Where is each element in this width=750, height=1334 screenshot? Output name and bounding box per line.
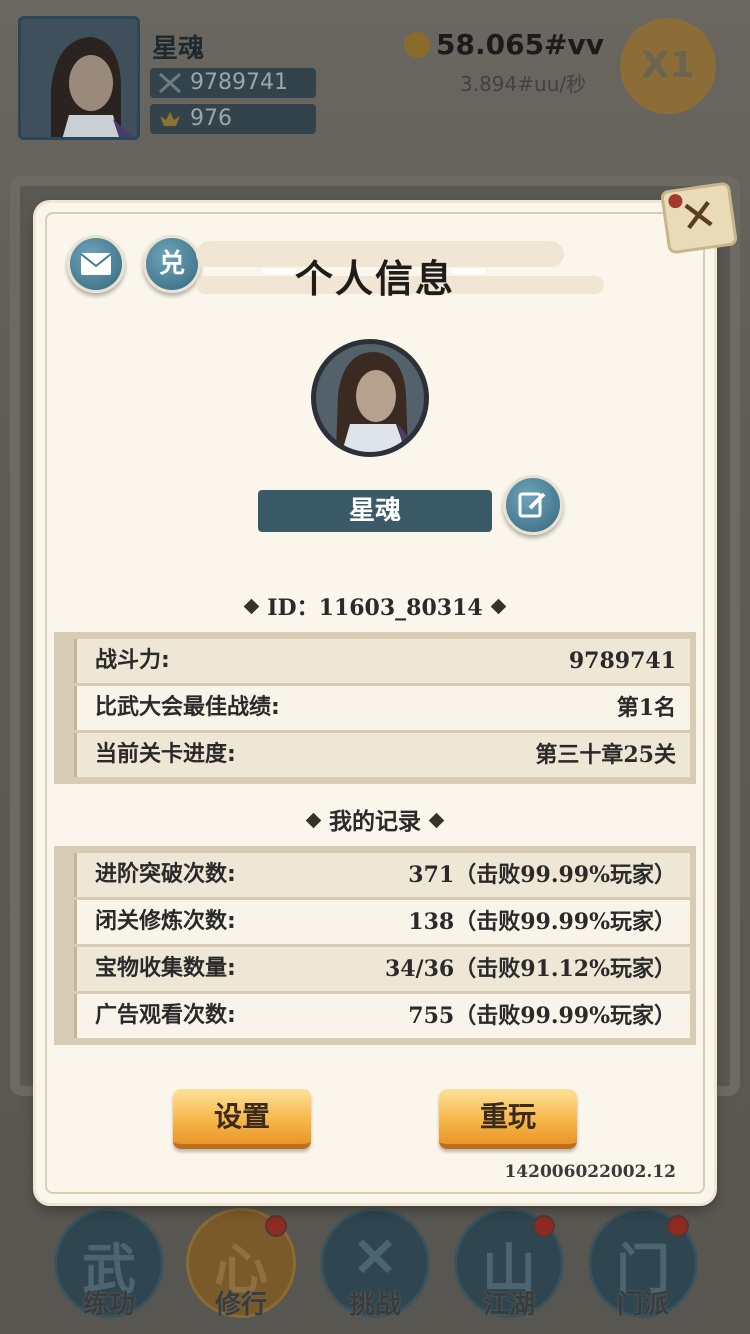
replay-button[interactable]: 重玩: [439, 1089, 577, 1149]
version-text: 142006022002.12: [504, 1162, 676, 1182]
records-title: 我的记录: [329, 809, 421, 835]
notification-badge: [667, 1215, 689, 1237]
power-pill: 9789741: [150, 68, 316, 98]
gold-ingot-icon: [160, 112, 180, 126]
row-value: 9789741: [568, 648, 676, 674]
power-value: 9789741: [190, 70, 288, 95]
nav-train-button[interactable]: 武 练功: [54, 1208, 164, 1320]
settings-button[interactable]: 设置: [173, 1089, 311, 1149]
records-table: 进阶突破次数: 371（击败99.99%玩家） 闭关修炼次数: 138（击败99…: [54, 846, 696, 1045]
ingot-value: 976: [190, 106, 232, 131]
row-label: 战斗力:: [95, 648, 170, 673]
profile-table: 战斗力: 9789741 比武大会最佳战绩: 第1名 当前关卡进度: 第三十章2…: [54, 632, 696, 784]
row-value: 371（击败99.99%玩家）: [408, 862, 676, 888]
records-title-row: 我的记录: [0, 802, 750, 836]
row-label: 闭关修炼次数:: [95, 909, 236, 934]
row-label: 宝物收集数量:: [95, 956, 236, 981]
nav-jianghu-button[interactable]: 山 江湖: [454, 1208, 564, 1320]
table-row: 比武大会最佳战绩: 第1名: [74, 686, 690, 730]
row-label: 当前关卡进度:: [95, 742, 236, 767]
row-value: 第1名: [616, 695, 676, 721]
row-label: 进阶突破次数:: [95, 862, 236, 887]
player-id-row: ID：11603_80314: [0, 590, 750, 622]
player-avatar[interactable]: [18, 16, 140, 140]
table-row: 当前关卡进度: 第三十章25关: [74, 733, 690, 777]
diamond-icon: [243, 598, 260, 615]
row-value: 138（击败99.99%玩家）: [408, 909, 676, 935]
nav-sect-label: 门派: [616, 1290, 669, 1320]
ingot-pill: 976: [150, 104, 316, 134]
row-value: 755（击败99.99%玩家）: [408, 1003, 676, 1029]
nav-jianghu-label: 江湖: [482, 1290, 535, 1320]
player-id: ID：11603_80314: [267, 595, 483, 621]
crossed-swords-icon: [158, 72, 182, 94]
row-label: 比武大会最佳战绩:: [95, 695, 280, 720]
close-button[interactable]: ✕: [659, 181, 739, 255]
nav-challenge-button[interactable]: ✕ 挑战: [320, 1208, 430, 1320]
bottom-navigation: 武 练功 心 修行 ✕ 挑战 山 江湖 门 门派: [0, 1196, 750, 1334]
table-row: 进阶突破次数: 371（击败99.99%玩家）: [74, 853, 690, 897]
close-icon: ✕: [676, 188, 721, 245]
table-row: 战斗力: 9789741: [74, 639, 690, 683]
nav-challenge-label: 挑战: [348, 1290, 401, 1320]
speed-button[interactable]: X1: [620, 18, 716, 114]
row-value: 第三十章25关: [535, 742, 676, 768]
player-name: 星魂: [152, 34, 205, 64]
diamond-icon: [490, 598, 506, 615]
nickname-text: 星魂: [348, 496, 401, 526]
notification-badge: [265, 1215, 287, 1237]
nav-train-label: 练功: [82, 1290, 135, 1320]
diamond-icon: [305, 812, 322, 829]
notification-badge: [533, 1215, 555, 1237]
table-row: 广告观看次数: 755（击败99.99%玩家）: [74, 994, 690, 1038]
edit-pencil-icon: [518, 492, 546, 518]
coin-value: 58.065#vv: [436, 28, 605, 61]
table-row: 宝物收集数量: 34/36（击败91.12%玩家）: [74, 947, 690, 991]
nickname-plate: 星魂: [258, 490, 492, 532]
coin-counter: 58.065#vv: [404, 28, 604, 61]
edit-name-button[interactable]: [503, 475, 563, 535]
diamond-icon: [428, 812, 445, 829]
row-label: 广告观看次数:: [95, 1003, 236, 1028]
character-portrait-icon: [316, 344, 424, 452]
row-value: 34/36（击败91.12%玩家）: [384, 956, 676, 982]
coin-icon: [404, 32, 430, 58]
table-row: 闭关修炼次数: 138（击败99.99%玩家）: [74, 900, 690, 944]
modal-title: 个人信息: [294, 257, 455, 301]
character-portrait-icon: [21, 19, 137, 137]
profile-avatar[interactable]: [311, 339, 429, 457]
crossed-swords-icon: ✕: [352, 1225, 398, 1289]
top-status-bar: 星魂 9789741 976 58.065#vv 3.894#uu/秒 X1: [0, 0, 750, 150]
nav-sect-button[interactable]: 门 门派: [588, 1208, 698, 1320]
nav-cultivate-label: 修行: [214, 1290, 267, 1320]
nav-cultivate-button[interactable]: 心 修行: [186, 1208, 296, 1320]
coin-rate: 3.894#uu/秒: [460, 72, 587, 96]
